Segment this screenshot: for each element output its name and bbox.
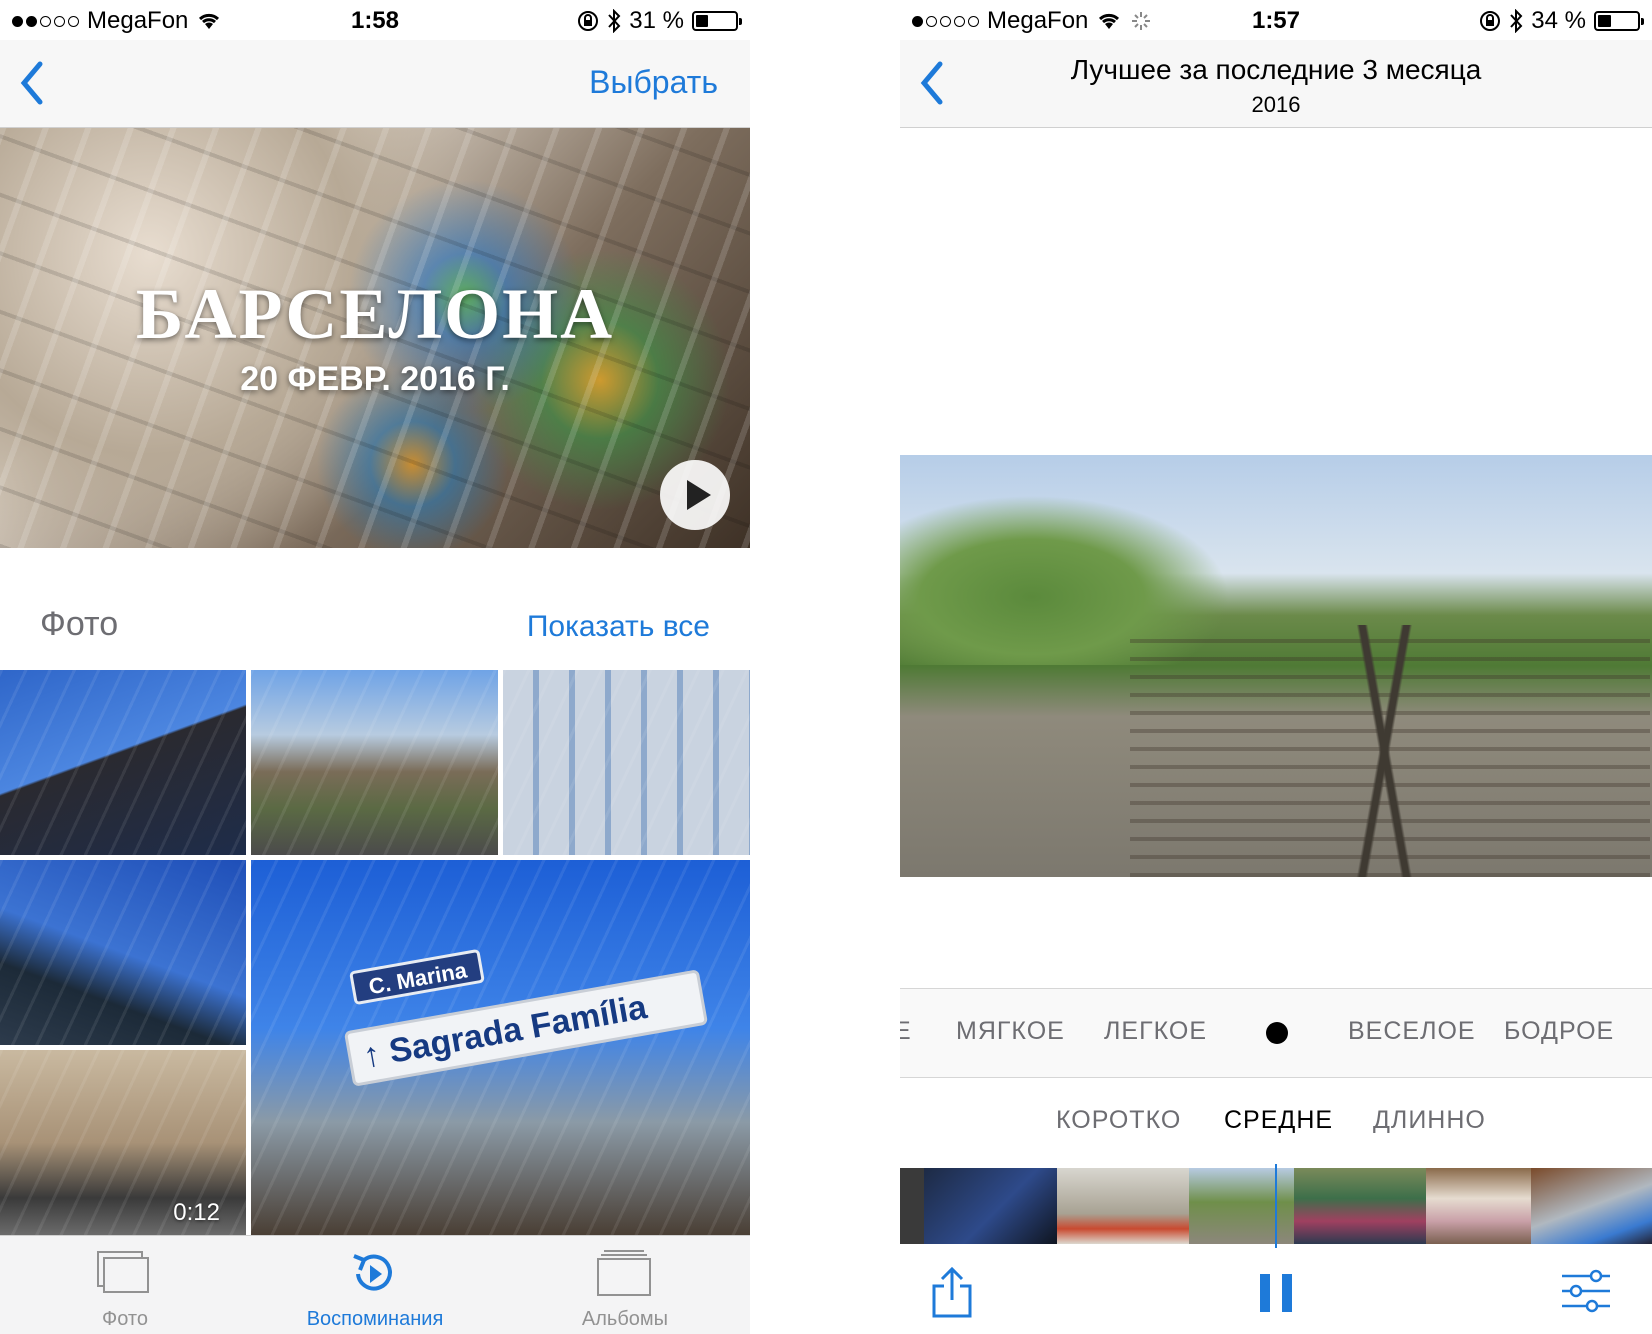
movie-title: Лучшее за последние 3 месяца — [1070, 54, 1482, 85]
mood-option-uplifting[interactable]: БОДРОЕ — [1504, 1017, 1614, 1046]
memory-cover[interactable]: БАРСЕЛОНА 20 ФЕВР. 2016 Г. — [0, 128, 750, 548]
share-icon[interactable] — [930, 1266, 974, 1320]
filmstrip-frame — [1426, 1168, 1531, 1244]
select-button[interactable]: Выбрать — [589, 64, 718, 101]
mood-option-light[interactable]: ЛЕГКОЕ — [1104, 1017, 1207, 1046]
battery-percent: 34 % — [1531, 7, 1586, 34]
length-long[interactable]: ДЛИННО — [1373, 1106, 1486, 1135]
edit-settings-icon[interactable] — [1560, 1268, 1612, 1314]
photo-thumbnail[interactable] — [251, 670, 498, 855]
battery-icon — [692, 11, 742, 31]
video-thumbnail[interactable]: 0:12 — [0, 1050, 246, 1235]
battery-percent: 31 % — [629, 7, 684, 34]
memory-movie-editor: MegaFon 1:57 34 % Лучшее за последние 3 … — [900, 0, 1652, 1334]
section-title: Фото — [40, 605, 119, 643]
tab-photos[interactable]: Фото — [0, 1236, 250, 1334]
length-short[interactable]: КОРОТКО — [1056, 1106, 1181, 1135]
mood-option-soft[interactable]: МЯГКОЕ — [956, 1017, 1065, 1046]
filmstrip-frame — [1189, 1168, 1294, 1244]
mood-option[interactable]: Е — [900, 1017, 912, 1046]
pause-icon[interactable] — [1258, 1272, 1294, 1314]
filmstrip-frame — [900, 1168, 924, 1244]
movie-year: 2016 — [1251, 92, 1301, 117]
tab-memories[interactable]: Воспоминания — [250, 1236, 500, 1334]
filmstrip-frame — [1294, 1168, 1426, 1244]
mood-selector: Е МЯГКОЕ ЛЕГКОЕ ВЕСЕЛОЕ БОДРОЕ — [900, 988, 1652, 1078]
tab-bar: Фото Воспоминания Альбомы — [0, 1235, 750, 1334]
albums-tab-icon — [597, 1250, 651, 1296]
navigation-bar: Выбрать — [0, 40, 750, 128]
back-chevron-icon[interactable] — [914, 58, 954, 108]
filmstrip-frame — [1531, 1168, 1652, 1244]
orientation-lock-icon — [578, 11, 599, 31]
playhead[interactable] — [1275, 1164, 1277, 1248]
bluetooth-icon — [1510, 9, 1523, 33]
movie-preview[interactable] — [900, 455, 1652, 877]
length-selector: КОРОТКО СРЕДНЕ ДЛИННО — [900, 1078, 1652, 1168]
status-bar: MegaFon 1:57 34 % — [900, 0, 1652, 40]
memories-screen: MegaFon 1:58 31 % Выбрать БАРСЕЛОНА 20 Ф… — [0, 0, 750, 1334]
back-chevron-icon[interactable] — [14, 58, 54, 108]
memory-date: 20 ФЕВР. 2016 Г. — [240, 360, 510, 398]
bottom-toolbar — [900, 1248, 1652, 1334]
tab-albums[interactable]: Альбомы — [500, 1236, 750, 1334]
photo-thumbnail[interactable] — [0, 860, 246, 1045]
video-duration: 0:12 — [173, 1199, 220, 1226]
mood-selected-indicator[interactable] — [1266, 1022, 1288, 1044]
status-bar: MegaFon 1:58 31 % — [0, 0, 750, 40]
photo-thumbnail[interactable] — [503, 670, 750, 855]
filmstrip-frame — [924, 1168, 1057, 1244]
photo-thumbnail[interactable] — [0, 670, 246, 855]
bluetooth-icon — [608, 9, 621, 33]
orientation-lock-icon — [1480, 11, 1501, 31]
photo-thumbnail-large[interactable]: C. Marina ↑ Sagrada Família — [251, 860, 750, 1235]
length-medium[interactable]: СРЕДНЕ — [1224, 1106, 1333, 1135]
memory-title: БАРСЕЛОНА — [135, 274, 615, 354]
filmstrip-frame — [1057, 1168, 1189, 1244]
navigation-bar: Лучшее за последние 3 месяца 2016 — [900, 40, 1652, 128]
mood-option-happy[interactable]: ВЕСЕЛОЕ — [1348, 1017, 1476, 1046]
photos-tab-icon — [97, 1251, 149, 1293]
battery-icon — [1594, 11, 1644, 31]
play-button[interactable] — [660, 460, 730, 530]
show-all-link[interactable]: Показать все — [527, 610, 710, 644]
memories-tab-icon — [353, 1254, 392, 1291]
